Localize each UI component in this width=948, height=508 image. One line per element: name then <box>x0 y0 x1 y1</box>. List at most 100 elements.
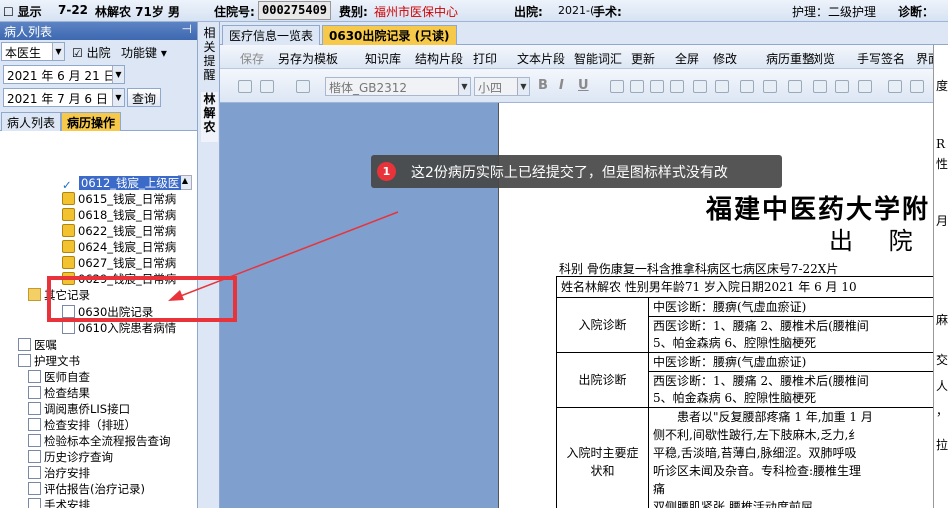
surgery-label: 手术: <box>593 5 622 19</box>
save-icon[interactable] <box>238 80 252 93</box>
pin-icon[interactable]: ⊣ <box>182 22 192 36</box>
date-to-picker[interactable]: 2021 年 7 月 6 日 ▼ <box>3 88 125 107</box>
italic-button[interactable]: I <box>559 78 564 93</box>
tree-item[interactable]: 医师自查 <box>28 370 90 385</box>
toolbar-button[interactable]: 更新 <box>631 50 655 67</box>
display-checkbox[interactable]: ☐ 显示 <box>3 3 42 20</box>
tab-discharge-record[interactable]: 0630出院记录 (只读) <box>322 25 457 45</box>
align-right-icon[interactable] <box>650 80 664 93</box>
record-row: 入院诊断 中医诊断：腰痹(气虚血瘀证) 西医诊断：1、腰痛 2、腰椎术后(腰椎间 5、… <box>556 297 948 353</box>
paint-icon[interactable] <box>788 80 802 93</box>
category-label: 费别: <box>339 5 368 19</box>
lock-icon <box>62 256 75 269</box>
nursing-level: 护理：二级护理 <box>792 5 877 19</box>
annotation-callout: 1 这2份病历实际上已经提交了，但是图标样式没有改 <box>371 155 782 188</box>
record-line: 双侧腰肌紧张,腰椎活动度前屈 <box>653 500 813 508</box>
format-toolbar: 楷体_GB2312 ▼ 小四 ▼ B I U <box>220 69 948 103</box>
toolbar-button[interactable]: 病历重整 <box>766 50 814 67</box>
settings-icon[interactable] <box>910 80 924 93</box>
lock-icon <box>62 192 75 205</box>
chart-icon[interactable] <box>858 80 872 93</box>
tree-item[interactable]: 检查结果 <box>28 386 90 401</box>
tab-patient-list[interactable]: 病人列表 <box>1 112 62 131</box>
tree-item[interactable]: 手术安排 <box>28 498 90 508</box>
toolbar-button[interactable]: 另存为模板 <box>278 50 338 67</box>
toolbar-button[interactable]: 修改 <box>713 50 737 67</box>
record-label: 入院时主要症状和 <box>556 407 649 508</box>
record-line: 5、帕金森病 6、腔隙性脑梗死 <box>653 336 817 350</box>
tree-item[interactable]: 0624_钱宸_日常病 <box>62 240 176 255</box>
image-icon[interactable] <box>813 80 827 93</box>
undo-icon[interactable] <box>260 80 274 93</box>
align-left-icon[interactable] <box>610 80 624 93</box>
tree-item[interactable]: 护理文书 <box>18 354 80 369</box>
bold-button[interactable]: B <box>538 78 548 93</box>
align-center-icon[interactable] <box>630 80 644 93</box>
tree-item[interactable]: 调阅惠侨LIS接口 <box>28 402 130 417</box>
check-icon: ✓ <box>62 178 72 192</box>
document-icon <box>28 370 41 383</box>
toolbar-button[interactable]: 结构片段 <box>415 50 463 67</box>
toolbar-button[interactable]: 知识库 <box>365 50 401 67</box>
date-from-picker[interactable]: 2021 年 6 月 21 日 ▼ <box>3 65 125 84</box>
toolbar-button[interactable]: 文本片段 <box>517 50 565 67</box>
record-content: 患者以"反复腰部疼痛 1 年,加重 1 月侧不利,间歇性跛行,左下肢麻木,乏力,… <box>648 407 948 508</box>
tree-item[interactable]: 0615_钱宸_日常病 <box>62 192 176 207</box>
document-icon <box>18 354 31 367</box>
doctor-select[interactable]: 本医生 ▼ <box>1 42 65 61</box>
numbered-list-icon[interactable] <box>715 80 729 93</box>
table-icon[interactable] <box>835 80 849 93</box>
record-line: 患者以"反复腰部疼痛 1 年,加重 1 月 <box>653 410 873 424</box>
more-icon[interactable] <box>888 80 902 93</box>
tree-item[interactable]: 0610入院患者病情 <box>62 321 176 336</box>
tab-record-ops[interactable]: 病历操作 <box>61 112 122 131</box>
admit-no-label: 住院号: <box>214 5 255 19</box>
function-key-menu[interactable]: 功能键 ▾ <box>121 44 167 61</box>
department-line: 科别 骨伤康复一科含推拿科病区七病区床号7-22X片 <box>559 262 839 276</box>
tab-medical-overview[interactable]: 医疗信息一览表 <box>222 25 321 45</box>
font-select[interactable]: 楷体_GB2312 ▼ <box>325 77 471 96</box>
tree-item[interactable]: 历史诊疗查询 <box>28 450 113 465</box>
tree-item[interactable]: 医嘱 <box>18 338 57 353</box>
tree-item[interactable]: 评估报告(治疗记录) <box>28 482 145 497</box>
overflow-text: 月 <box>936 214 948 228</box>
record-content: 中医诊断：腰痹(气虚血瘀证) 西医诊断：1、腰痛 2、腰椎术后(腰椎间 5、帕金森病… <box>648 352 948 408</box>
outdent-icon[interactable] <box>740 80 754 93</box>
justify-icon[interactable] <box>670 80 684 93</box>
tree-item-label: 护理文书 <box>34 354 80 368</box>
tab-patient-name[interactable]: 林解农 <box>201 92 218 142</box>
annotation-text: 这2份病历实际上已经提交了，但是图标样式没有改 <box>411 165 728 181</box>
tree-item[interactable]: 检验标本全流程报告查询 <box>28 434 171 449</box>
annotation-number: 1 <box>377 162 396 181</box>
redo-icon[interactable] <box>296 80 310 93</box>
font-size-select[interactable]: 小四 ▼ <box>474 77 530 96</box>
document-icon <box>28 482 41 495</box>
toolbar-button[interactable]: 保存 <box>240 50 264 67</box>
main-toolbar: 保存 另存为模板 知识库 结构片段 打印 文本片段 智能词汇 更新 全屏 修改 病历重整 浏览 手写签名… <box>220 45 948 69</box>
tree-item-label: 0624_钱宸_日常病 <box>78 240 177 254</box>
toolbar-button[interactable]: 全屏 <box>675 50 699 67</box>
list-icon[interactable] <box>693 80 707 93</box>
tree-item-label: 历史诊疗查询 <box>44 450 113 464</box>
discharged-checkbox[interactable]: ☑ 出院 <box>72 44 111 61</box>
tree-item[interactable]: 治疗安排 <box>28 466 90 481</box>
tab-reminders[interactable]: 相关提醒 <box>201 26 218 86</box>
toolbar-button[interactable]: 手写签名 <box>857 50 905 67</box>
left-tabs: 病人列表 病历操作 <box>0 109 197 131</box>
tree-item[interactable]: 0618_钱宸_日常病 <box>62 208 176 223</box>
tree-item-label: 手术安排 <box>44 498 90 508</box>
indent-icon[interactable] <box>763 80 777 93</box>
overflow-text: 人 <box>936 379 948 393</box>
discharge-label: 出院: <box>514 5 543 19</box>
tree-item[interactable]: 检查安排（排班） <box>28 418 136 433</box>
tree-item[interactable]: 0627_钱宸_日常病 <box>62 256 176 271</box>
toolbar-button[interactable]: 智能词汇 <box>574 50 622 67</box>
underline-button[interactable]: U <box>578 78 589 93</box>
tree-item[interactable]: 0622_钱宸_日常病 <box>62 224 176 239</box>
tree-item[interactable]: ✓ 0612_钱宸_上级医 <box>62 176 182 192</box>
tree-item-label: 调阅惠侨LIS接口 <box>44 402 131 416</box>
overflow-text: 麻 <box>936 313 948 327</box>
toolbar-button[interactable]: 打印 <box>473 50 497 67</box>
toolbar-button[interactable]: 浏览 <box>811 50 835 67</box>
query-button[interactable]: 查询 <box>127 88 162 107</box>
